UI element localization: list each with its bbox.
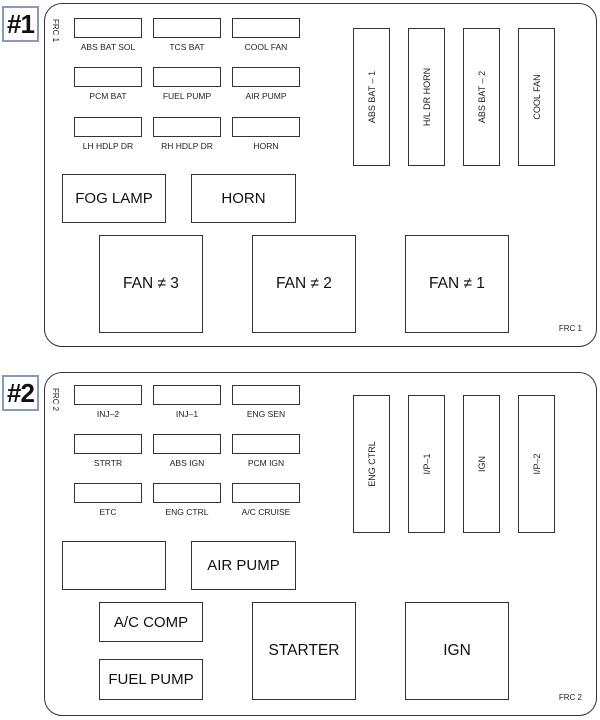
fuse-label: I/P–1 <box>421 453 432 475</box>
fuse-label: PCM BAT <box>89 91 127 101</box>
fuse-tcs-bat[interactable] <box>153 18 221 38</box>
fuse-pcm-ign[interactable] <box>232 434 300 454</box>
fuse-label: INJ–2 <box>96 409 120 419</box>
relay-empty-slot[interactable] <box>62 541 166 590</box>
fuse-label: COOL FAN <box>244 42 288 52</box>
fuse-label: INJ–1 <box>175 409 199 419</box>
relay-label: STARTER <box>268 642 340 659</box>
fuse-label: FUEL PUMP <box>162 91 212 101</box>
relay-air-pump[interactable]: AIR PUMP <box>191 541 296 590</box>
relay-fan-1[interactable]: FAN ≠ 1 <box>405 235 509 333</box>
fuse-rh-hdlp-dr[interactable] <box>153 117 221 137</box>
relay-label: IGN <box>443 642 471 659</box>
fuse-horn[interactable] <box>232 117 300 137</box>
fuse-label: H/L DR HORN <box>421 67 432 127</box>
relay-label: FAN ≠ 1 <box>429 275 485 292</box>
fuse-label: ABS BAT – 1 <box>366 70 377 124</box>
relay-ign[interactable]: IGN <box>405 602 509 700</box>
fuse-etc[interactable] <box>74 483 142 503</box>
fuse-box-frc1: FRC 1 FRC 1 ABS BAT SOL TCS BAT COOL FAN… <box>44 3 597 347</box>
fuse-label: HORN <box>253 141 279 151</box>
relay-fog-lamp[interactable]: FOG LAMP <box>62 174 166 223</box>
maxi-fuse-ip-1[interactable]: I/P–1 <box>408 395 445 533</box>
fuse-label: COOL FAN <box>531 74 542 120</box>
frc2-corner-label: FRC 2 <box>558 693 582 702</box>
fuse-label: ENG SEN <box>246 409 286 419</box>
fuse-eng-ctrl[interactable] <box>153 483 221 503</box>
frc1-corner-label: FRC 1 <box>558 324 582 333</box>
fuse-label: ETC <box>99 507 117 517</box>
diagram-1-badge: #1 <box>2 6 39 42</box>
maxi-fuse-abs-bat-2[interactable]: ABS BAT – 2 <box>463 28 500 166</box>
maxi-fuse-eng-ctrl[interactable]: ENG CTRL <box>353 395 390 533</box>
relay-label: FAN ≠ 3 <box>123 275 179 292</box>
fuse-label: RH HDLP DR <box>161 141 213 151</box>
fuse-label: STRTR <box>93 458 123 468</box>
fuse-label: AIR PUMP <box>245 91 287 101</box>
relay-label: FOG LAMP <box>75 190 153 207</box>
relay-label: FUEL PUMP <box>108 671 194 688</box>
fuse-label: ABS IGN <box>169 458 205 468</box>
fuse-label: TCS BAT <box>169 42 205 52</box>
fuse-label: ABS BAT – 2 <box>476 70 487 124</box>
relay-fan-3[interactable]: FAN ≠ 3 <box>99 235 203 333</box>
maxi-fuse-hl-dr-horn[interactable]: H/L DR HORN <box>408 28 445 166</box>
maxi-fuse-abs-bat-1[interactable]: ABS BAT – 1 <box>353 28 390 166</box>
fuse-ac-cruise[interactable] <box>232 483 300 503</box>
fuse-fuel-pump[interactable] <box>153 67 221 87</box>
fuse-inj-1[interactable] <box>153 385 221 405</box>
relay-ac-comp[interactable]: A/C COMP <box>99 602 203 642</box>
frc1-side-label: FRC 1 <box>51 19 60 43</box>
fuse-abs-ign[interactable] <box>153 434 221 454</box>
fuse-label: ABS BAT SOL <box>80 42 136 52</box>
fuse-cool-fan[interactable] <box>232 18 300 38</box>
fuse-label: IGN <box>476 455 487 473</box>
relay-horn[interactable]: HORN <box>191 174 296 223</box>
relay-starter[interactable]: STARTER <box>252 602 356 700</box>
fuse-abs-bat-sol[interactable] <box>74 18 142 38</box>
fuse-pcm-bat[interactable] <box>74 67 142 87</box>
maxi-fuse-cool-fan[interactable]: COOL FAN <box>518 28 555 166</box>
fuse-strtr[interactable] <box>74 434 142 454</box>
relay-fan-2[interactable]: FAN ≠ 2 <box>252 235 356 333</box>
fuse-lh-hdlp-dr[interactable] <box>74 117 142 137</box>
fuse-label: A/C CRUISE <box>241 507 291 517</box>
fuse-air-pump[interactable] <box>232 67 300 87</box>
relay-label: FAN ≠ 2 <box>276 275 332 292</box>
fuse-box-frc2: FRC 2 FRC 2 INJ–2 INJ–1 ENG SEN STRTR AB… <box>44 372 597 716</box>
frc2-side-label: FRC 2 <box>51 388 60 412</box>
fuse-eng-sen[interactable] <box>232 385 300 405</box>
fuse-label: LH HDLP DR <box>82 141 134 151</box>
fuse-label: PCM IGN <box>247 458 285 468</box>
relay-label: HORN <box>221 190 266 207</box>
maxi-fuse-ip-2[interactable]: I/P–2 <box>518 395 555 533</box>
fuse-label: I/P–2 <box>531 453 542 475</box>
fuse-label: ENG CTRL <box>366 441 377 487</box>
relay-label: AIR PUMP <box>207 557 280 574</box>
relay-fuel-pump[interactable]: FUEL PUMP <box>99 659 203 700</box>
fuse-inj-2[interactable] <box>74 385 142 405</box>
maxi-fuse-ign[interactable]: IGN <box>463 395 500 533</box>
relay-label: A/C COMP <box>113 613 189 631</box>
diagram-2-badge: #2 <box>2 375 39 411</box>
fuse-label: ENG CTRL <box>165 507 209 517</box>
